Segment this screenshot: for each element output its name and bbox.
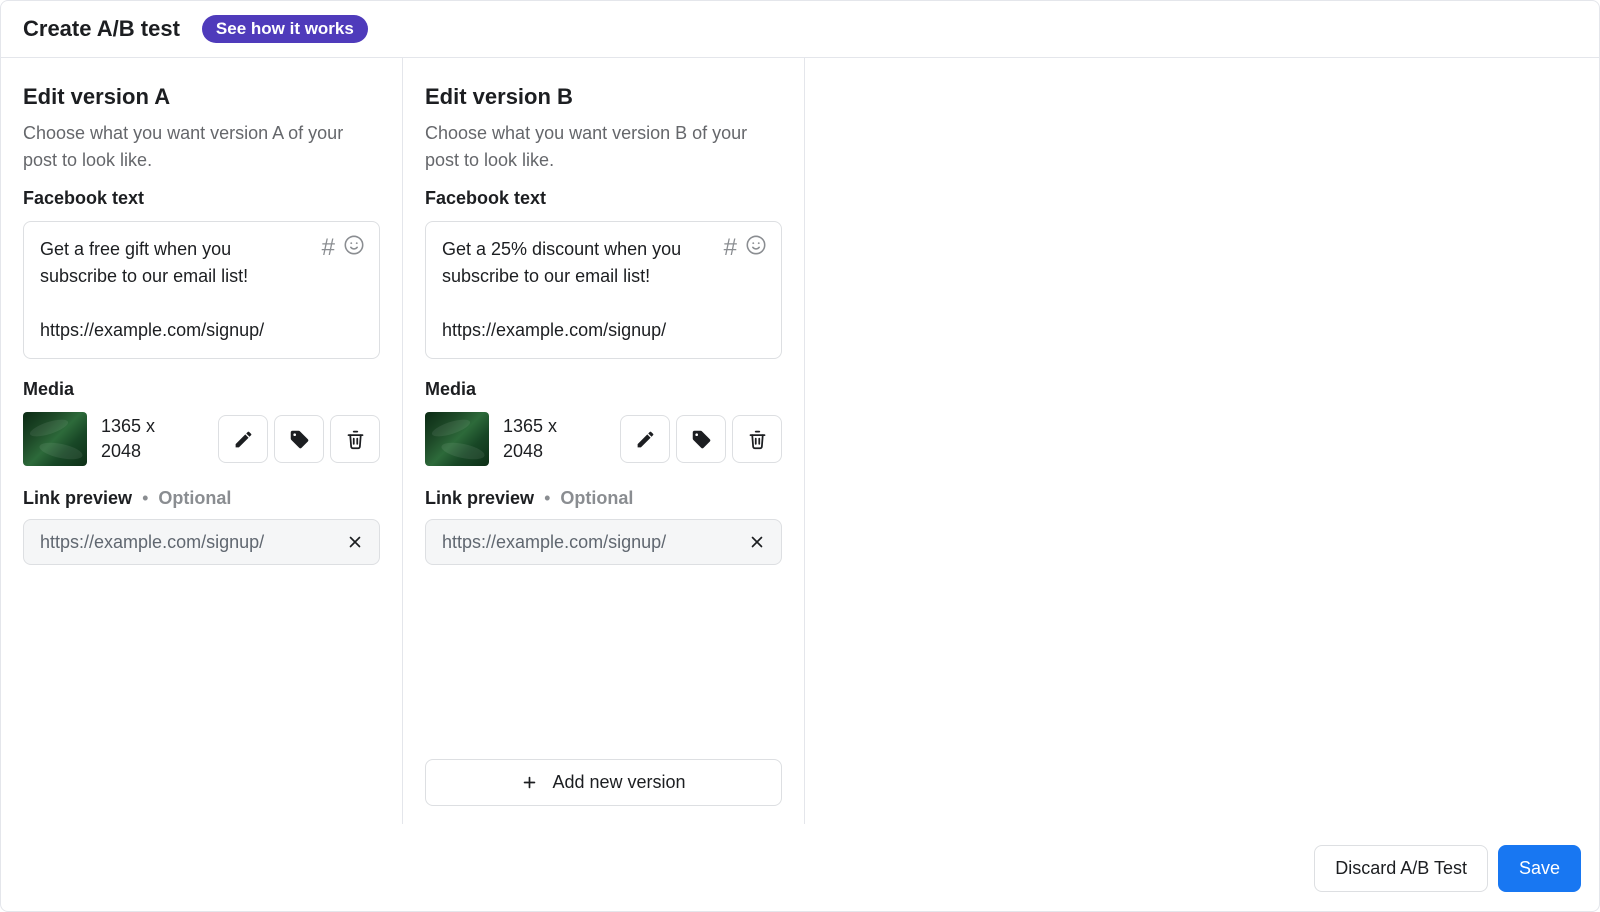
- version-a-media-label: Media: [23, 379, 380, 400]
- version-b-text-content: Get a 25% discount when you subscribe to…: [442, 236, 765, 344]
- version-b-text-input[interactable]: Get a 25% discount when you subscribe to…: [425, 221, 782, 359]
- version-b-media-label: Media: [425, 379, 782, 400]
- dot-separator: •: [142, 488, 148, 508]
- version-b-title: Edit version B: [425, 84, 782, 110]
- page-header: Create A/B test See how it works: [1, 1, 1599, 58]
- dot-separator: •: [544, 488, 550, 508]
- see-how-it-works-badge[interactable]: See how it works: [202, 15, 368, 43]
- version-a-text-label: Facebook text: [23, 188, 380, 209]
- tag-media-button[interactable]: [676, 415, 726, 463]
- add-new-version-label: Add new version: [552, 772, 685, 793]
- version-b-media-row: 1365 x 2048: [425, 412, 782, 466]
- plus-icon: [521, 774, 538, 791]
- link-preview-text: Link preview: [23, 488, 132, 508]
- edit-media-button[interactable]: [620, 415, 670, 463]
- version-b-url-text: https://example.com/signup/: [442, 532, 745, 553]
- version-b-dimensions: 1365 x 2048: [503, 414, 593, 464]
- emoji-icon[interactable]: [745, 234, 767, 262]
- version-a-url-field[interactable]: https://example.com/signup/: [23, 519, 380, 565]
- version-a-media-row: 1365 x 2048: [23, 412, 380, 466]
- version-b-link-label: Link preview • Optional: [425, 488, 782, 509]
- version-a-desc: Choose what you want version A of your p…: [23, 120, 380, 174]
- add-new-version-button[interactable]: Add new version: [425, 759, 782, 806]
- version-b-url-field[interactable]: https://example.com/signup/: [425, 519, 782, 565]
- clear-url-button[interactable]: [343, 530, 367, 554]
- version-a-thumbnail[interactable]: [23, 412, 87, 466]
- hashtag-icon[interactable]: #: [724, 234, 737, 262]
- delete-media-button[interactable]: [732, 415, 782, 463]
- text-tools: #: [322, 234, 365, 262]
- page-title: Create A/B test: [23, 16, 180, 42]
- version-b-media-buttons: [620, 415, 782, 463]
- footer: Discard A/B Test Save: [1, 824, 1599, 912]
- version-a-text-content: Get a free gift when you subscribe to ou…: [40, 236, 363, 344]
- text-tools: #: [724, 234, 767, 262]
- edit-media-button[interactable]: [218, 415, 268, 463]
- version-b-column: Edit version B Choose what you want vers…: [403, 58, 805, 824]
- version-a-title: Edit version A: [23, 84, 380, 110]
- delete-media-button[interactable]: [330, 415, 380, 463]
- version-a-link-label: Link preview • Optional: [23, 488, 380, 509]
- link-preview-text: Link preview: [425, 488, 534, 508]
- optional-text: Optional: [158, 488, 231, 508]
- hashtag-icon[interactable]: #: [322, 234, 335, 262]
- version-b-desc: Choose what you want version B of your p…: [425, 120, 782, 174]
- optional-text: Optional: [560, 488, 633, 508]
- discard-button[interactable]: Discard A/B Test: [1314, 845, 1488, 892]
- version-columns: Edit version A Choose what you want vers…: [1, 58, 1599, 824]
- version-a-media-buttons: [218, 415, 380, 463]
- clear-url-button[interactable]: [745, 530, 769, 554]
- version-b-text-label: Facebook text: [425, 188, 782, 209]
- tag-media-button[interactable]: [274, 415, 324, 463]
- version-a-text-input[interactable]: Get a free gift when you subscribe to ou…: [23, 221, 380, 359]
- version-b-thumbnail[interactable]: [425, 412, 489, 466]
- emoji-icon[interactable]: [343, 234, 365, 262]
- version-a-url-text: https://example.com/signup/: [40, 532, 343, 553]
- version-a-column: Edit version A Choose what you want vers…: [1, 58, 403, 824]
- version-a-dimensions: 1365 x 2048: [101, 414, 191, 464]
- save-button[interactable]: Save: [1498, 845, 1581, 892]
